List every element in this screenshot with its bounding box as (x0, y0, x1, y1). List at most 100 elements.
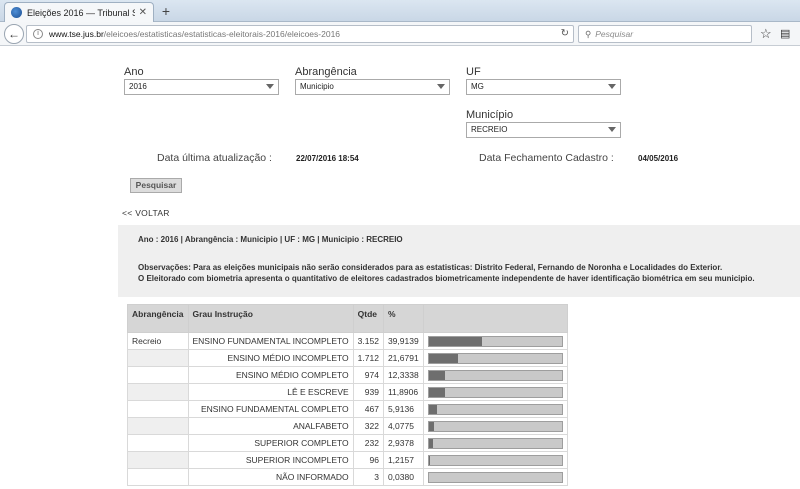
cell-bar (422, 451, 568, 469)
cell-pct: 39,9139 (382, 332, 424, 350)
header-qtde[interactable]: Qtde (352, 304, 384, 333)
uf-select[interactable]: MG (466, 79, 621, 95)
atualizacao-label: Data última atualização : (157, 152, 272, 164)
cell-grau-instrucao: ENSINO MÉDIO INCOMPLETO (187, 349, 354, 367)
observation-2: O Eleitorado com biometria apresenta o q… (138, 274, 755, 283)
percentage-bar (427, 369, 563, 381)
cell-bar (422, 366, 568, 384)
cell-qtde: 3.152 (352, 332, 384, 350)
abrangencia-value: Municipio (300, 82, 334, 91)
cell-abrangencia (127, 366, 189, 384)
percentage-bar (427, 335, 563, 347)
table-row: NÃO INFORMADO 3 0,0380 (127, 468, 568, 486)
chevron-down-icon (437, 84, 445, 89)
cell-qtde: 232 (352, 434, 384, 452)
cell-bar (422, 383, 568, 401)
cell-grau-instrucao: ENSINO FUNDAMENTAL INCOMPLETO (187, 332, 354, 350)
fechamento-label: Data Fechamento Cadastro : (479, 152, 614, 164)
cell-bar (422, 332, 568, 350)
cell-grau-instrucao: SUPERIOR COMPLETO (187, 434, 354, 452)
percentage-bar (427, 386, 563, 398)
municipio-value: RECREIO (471, 125, 508, 134)
table-row: Recreio ENSINO FUNDAMENTAL INCOMPLETO 3.15… (127, 332, 568, 350)
percentage-bar-fill (428, 438, 433, 448)
uf-label: UF (466, 66, 481, 78)
voltar-link[interactable]: << VOLTAR (122, 208, 170, 218)
cell-abrangencia (127, 434, 189, 452)
percentage-bar (427, 352, 563, 364)
navigation-bar: ← i www.tse.jus.br/eleicoes/estatisticas… (0, 22, 800, 46)
table-header-row: Abrangência Grau Instrução Qtde % (127, 304, 568, 333)
bookmark-star-icon[interactable]: ☆ (760, 26, 772, 42)
ano-value: 2016 (129, 82, 147, 91)
search-placeholder: Pesquisar (595, 29, 634, 39)
new-tab-button[interactable]: + (158, 3, 174, 19)
results-table: Abrangência Grau Instrução Qtde % Recrei… (127, 304, 568, 486)
cell-pct: 12,3338 (382, 366, 424, 384)
ano-select[interactable]: 2016 (124, 79, 279, 95)
cell-qtde: 322 (352, 417, 384, 435)
percentage-bar-fill (428, 404, 437, 414)
table-row: ENSINO MÉDIO INCOMPLETO 1.712 21,6791 (127, 349, 568, 367)
cell-abrangencia (127, 400, 189, 418)
percentage-bar-fill (428, 353, 458, 363)
info-icon[interactable]: i (33, 29, 43, 39)
cell-pct: 0,0380 (382, 468, 424, 486)
cell-abrangencia (127, 468, 189, 486)
header-pct[interactable]: % (382, 304, 424, 333)
cell-bar (422, 400, 568, 418)
municipio-select[interactable]: RECREIO (466, 122, 621, 138)
abrangencia-select[interactable]: Municipio (295, 79, 450, 95)
percentage-bar-fill (428, 370, 446, 380)
tab-strip: Eleições 2016 — Tribunal S... ✕ + (0, 0, 800, 22)
table-row: SUPERIOR INCOMPLETO 96 1,2157 (127, 451, 568, 469)
back-button[interactable]: ← (4, 24, 24, 44)
url-host: www.tse.jus.br (49, 29, 104, 39)
address-bar[interactable]: i www.tse.jus.br/eleicoes/estatisticas/e… (26, 25, 574, 43)
cell-qtde: 3 (352, 468, 384, 486)
header-grau-instrucao[interactable]: Grau Instrução (187, 304, 354, 333)
table-row: ENSINO MÉDIO COMPLETO 974 12,3338 (127, 366, 568, 384)
percentage-bar-fill (428, 336, 482, 346)
percentage-bar-fill (428, 387, 445, 397)
cell-qtde: 1.712 (352, 349, 384, 367)
summary-line: Ano : 2016 | Abrangência : Municipio | U… (138, 235, 403, 244)
cell-abrangencia (127, 417, 189, 435)
header-abrangencia[interactable]: Abrangência (127, 304, 189, 333)
observations: Observações: Para as eleições municipais… (138, 262, 778, 284)
cell-abrangencia: Recreio (127, 332, 189, 350)
pesquisar-button[interactable]: Pesquisar (130, 178, 182, 193)
cell-grau-instrucao: ENSINO MÉDIO COMPLETO (187, 366, 354, 384)
abrangencia-label: Abrangência (295, 66, 357, 78)
chevron-down-icon (266, 84, 274, 89)
browser-tab[interactable]: Eleições 2016 — Tribunal S... ✕ (4, 2, 154, 22)
table-row: LÊ E ESCREVE 939 11,8906 (127, 383, 568, 401)
percentage-bar (427, 403, 563, 415)
cell-qtde: 939 (352, 383, 384, 401)
reload-icon[interactable]: ↻ (561, 26, 569, 42)
search-icon: ⚲ (585, 29, 592, 39)
cell-qtde: 974 (352, 366, 384, 384)
chevron-down-icon (608, 127, 616, 132)
table-row: SUPERIOR COMPLETO 232 2,9378 (127, 434, 568, 452)
search-input[interactable]: ⚲ Pesquisar (578, 25, 752, 43)
cell-pct: 4,0775 (382, 417, 424, 435)
cell-pct: 1,2157 (382, 451, 424, 469)
cell-pct: 5,9136 (382, 400, 424, 418)
favicon-icon (11, 7, 22, 18)
cell-pct: 11,8906 (382, 383, 424, 401)
cell-abrangencia (127, 451, 189, 469)
uf-value: MG (471, 82, 484, 91)
cell-bar (422, 349, 568, 367)
observation-1: Observações: Para as eleições municipais… (138, 263, 723, 272)
percentage-bar (427, 454, 563, 466)
cell-pct: 2,9378 (382, 434, 424, 452)
percentage-bar-fill (428, 455, 431, 465)
close-tab-icon[interactable]: ✕ (139, 7, 147, 18)
cell-abrangencia (127, 349, 189, 367)
reading-list-icon[interactable]: ▤ (780, 27, 790, 40)
url-path: /eleicoes/estatisticas/estatisticas-elei… (103, 29, 341, 39)
cell-grau-instrucao: ANALFABETO (187, 417, 354, 435)
table-row: ENSINO FUNDAMENTAL COMPLETO 467 5,9136 (127, 400, 568, 418)
header-bar (422, 304, 568, 333)
